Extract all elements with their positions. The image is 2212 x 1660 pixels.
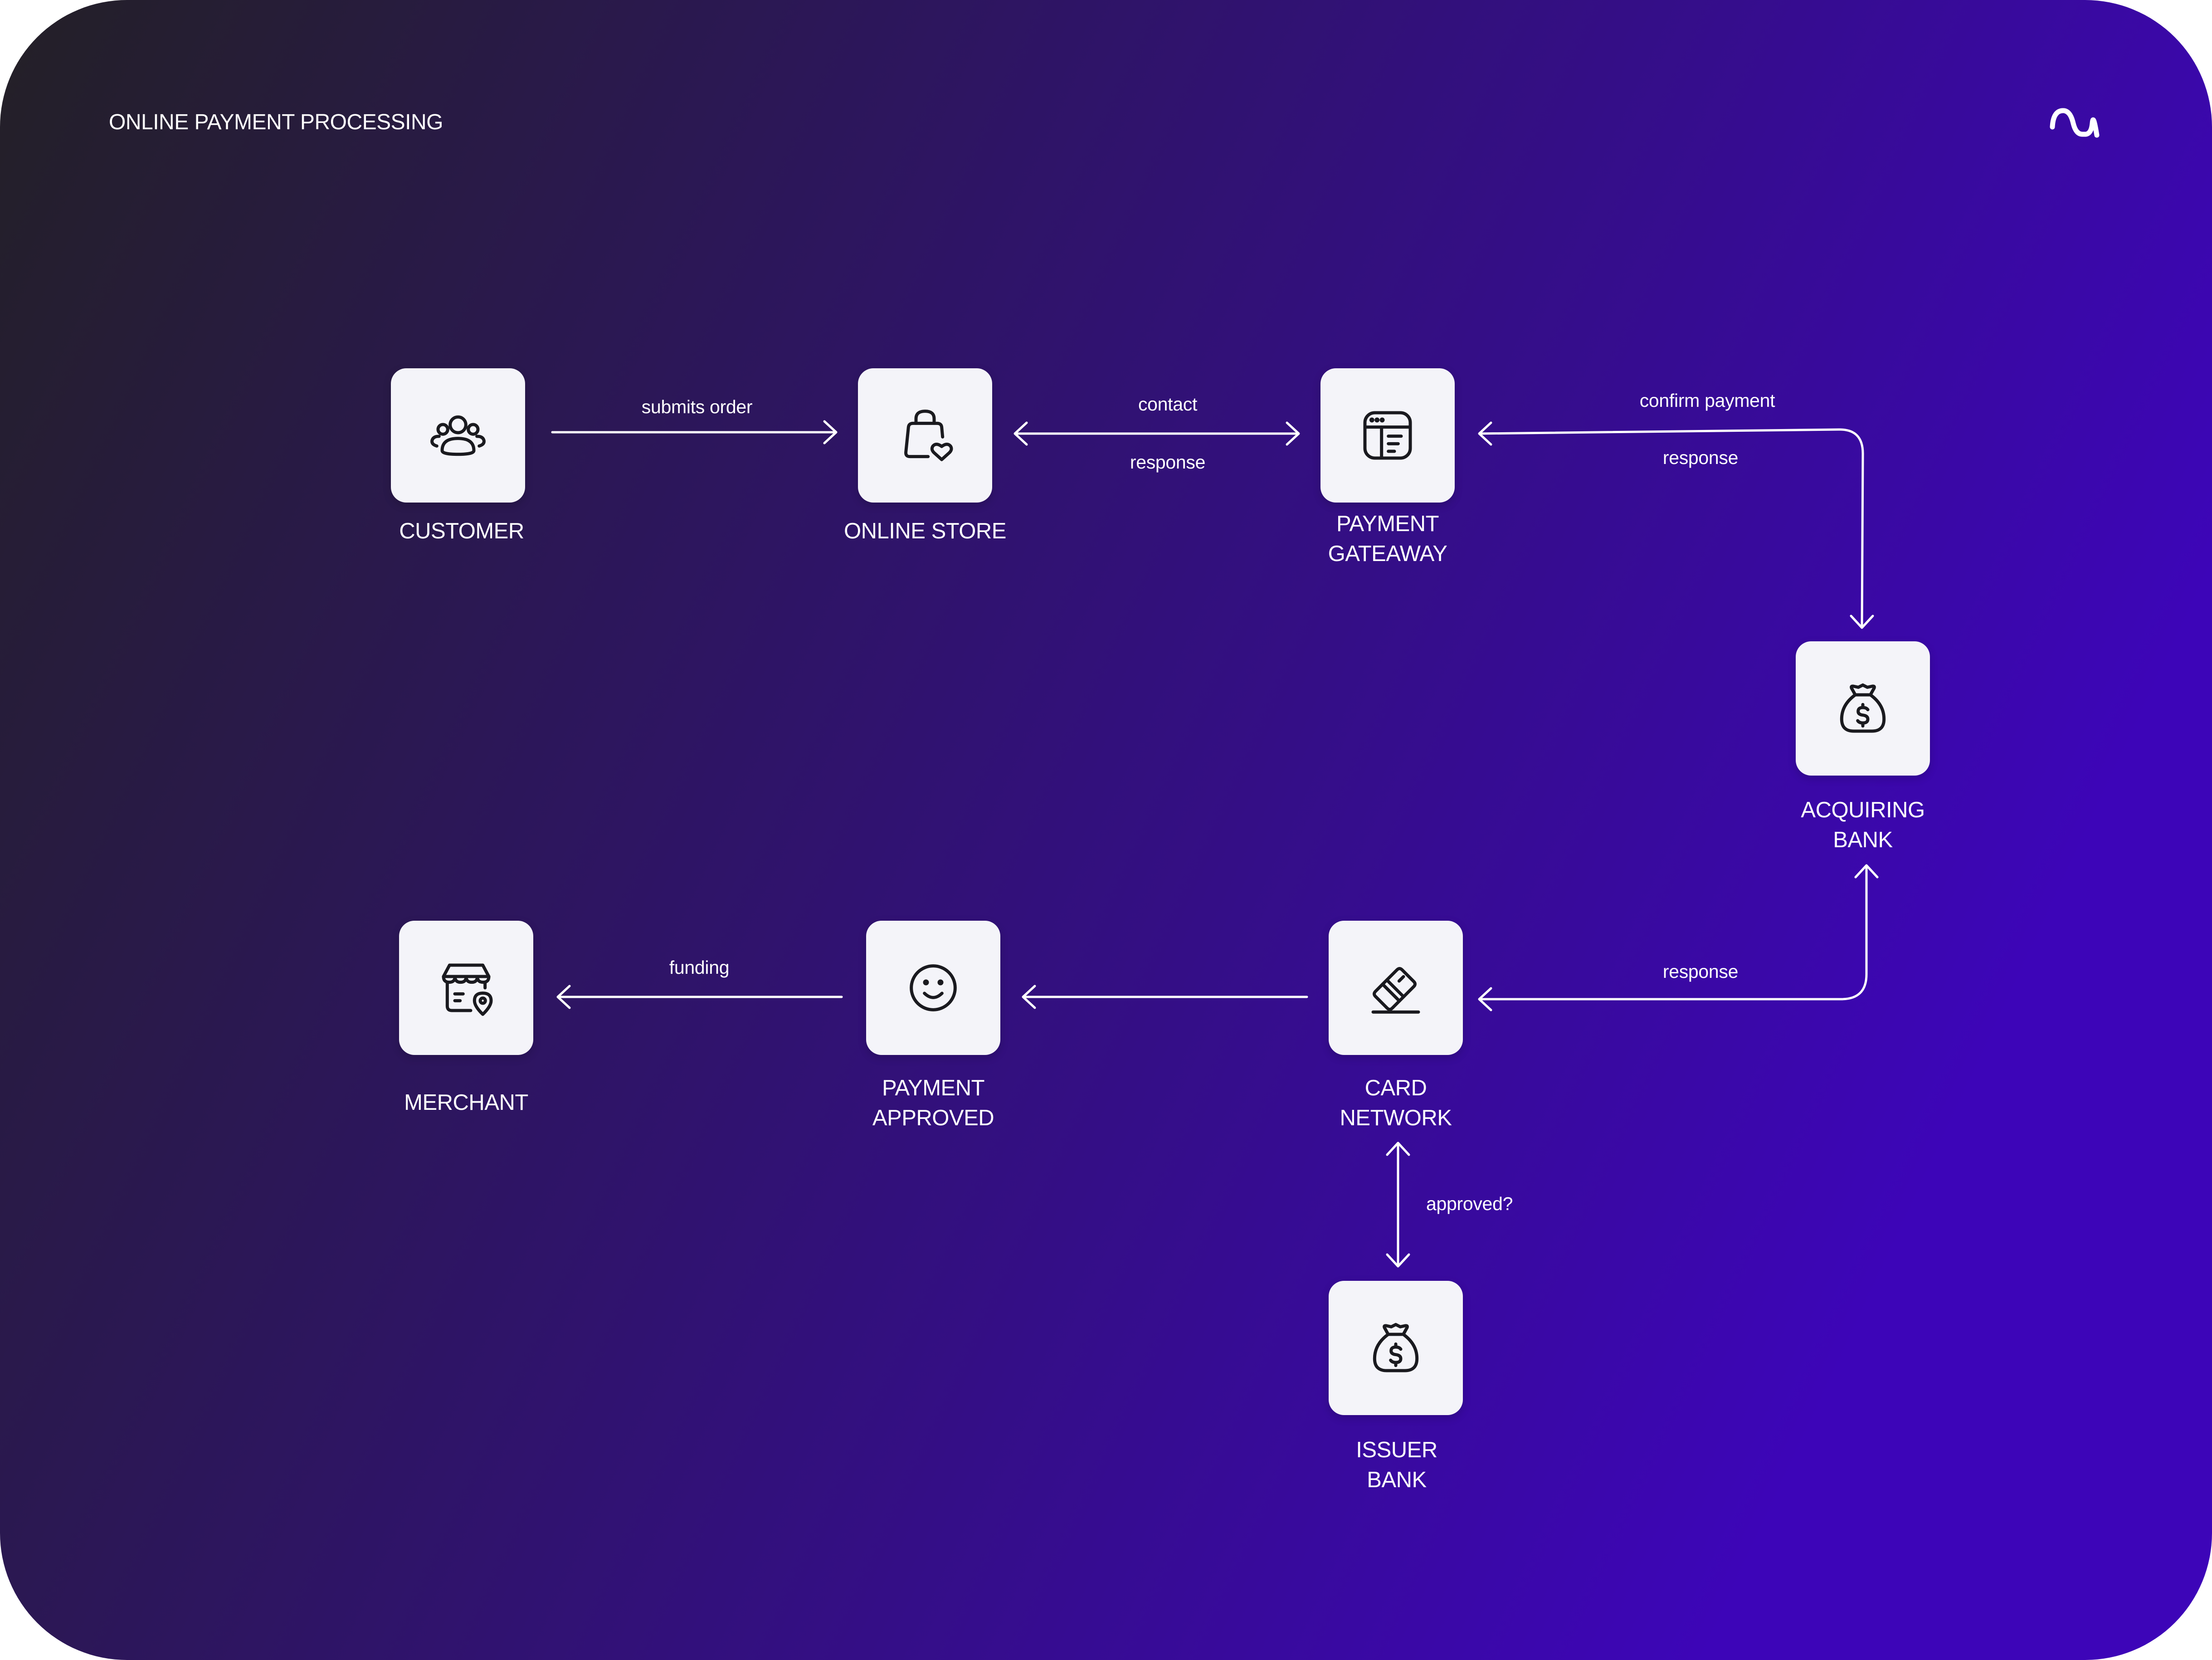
money-bag-icon bbox=[1373, 1323, 1419, 1372]
node-payment-gateway-label: PAYMENT GATEAWAY bbox=[1328, 512, 1447, 566]
store-location-icon bbox=[442, 963, 493, 1016]
smiley-face-icon bbox=[910, 964, 957, 1011]
node-issuer-bank-label: ISSUER BANK bbox=[1356, 1438, 1437, 1492]
node-issuer-bank bbox=[1329, 1281, 1463, 1415]
node-customer bbox=[391, 368, 525, 503]
node-card-network bbox=[1329, 921, 1463, 1055]
edge-label-gateway-acquiring-response: response bbox=[1662, 447, 1739, 468]
users-icon bbox=[430, 415, 486, 456]
node-payment-gateway bbox=[1320, 368, 1455, 503]
edge-label-network-acquiring-response: response bbox=[1662, 961, 1739, 982]
browser-window-icon bbox=[1363, 411, 1412, 460]
edge-label-contact: contact bbox=[1138, 394, 1198, 415]
node-acquiring-bank-label: ACQUIRING BANK bbox=[1801, 798, 1925, 852]
edge-label-approved: approved? bbox=[1426, 1193, 1513, 1214]
brand-logo bbox=[2050, 108, 2100, 138]
credit-card-icon bbox=[1371, 967, 1420, 1014]
node-payment-approved-label: PAYMENT APPROVED bbox=[872, 1076, 994, 1130]
node-card-network-label: CARD NETWORK bbox=[1340, 1076, 1452, 1130]
node-customer-label: CUSTOMER bbox=[399, 519, 524, 543]
node-merchant-label: MERCHANT bbox=[404, 1090, 528, 1115]
edge-label-submits-order: submits order bbox=[641, 396, 753, 417]
node-merchant bbox=[399, 921, 533, 1055]
node-acquiring-bank bbox=[1796, 641, 1930, 776]
node-online-store bbox=[858, 368, 992, 503]
node-payment-approved bbox=[866, 921, 1000, 1055]
shopping-bag-heart-icon bbox=[904, 410, 953, 461]
money-bag-icon bbox=[1840, 683, 1886, 733]
page-title: ONLINE PAYMENT PROCESSING bbox=[109, 110, 443, 134]
edge-label-confirm-payment: confirm payment bbox=[1639, 390, 1775, 411]
diagram-canvas: ONLINE PAYMENT PROCESSING CUSTOMER ONLIN… bbox=[0, 0, 2212, 1660]
node-online-store-label: ONLINE STORE bbox=[844, 519, 1006, 543]
edge-label-funding: funding bbox=[669, 957, 730, 978]
edge-label-store-gateway-response: response bbox=[1130, 452, 1206, 473]
